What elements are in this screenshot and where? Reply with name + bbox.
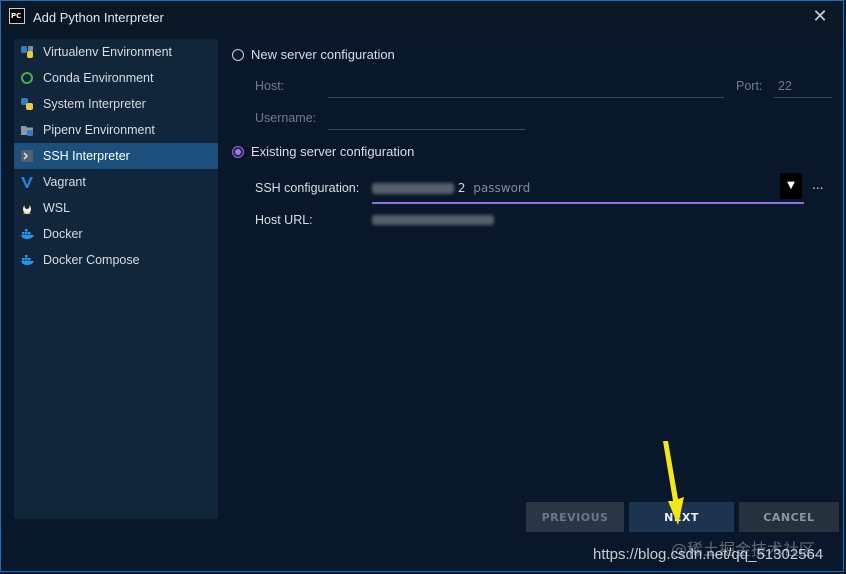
sidebar-item-docker[interactable]: Docker [14,221,218,247]
sidebar-item-label: Vagrant [43,175,86,189]
sidebar-item-label: SSH Interpreter [43,149,130,163]
interpreter-type-list: Virtualenv Environment Conda Environment… [14,39,218,519]
previous-button[interactable]: PREVIOUS [526,502,624,532]
sidebar-item-ssh-interpreter[interactable]: SSH Interpreter [14,143,218,169]
url-watermark: https://blog.csdn.net/qq_51302564 [593,546,824,563]
new-server-option[interactable]: New server configuration [232,47,395,62]
cancel-button[interactable]: CANCEL [739,502,839,532]
host-url-label: Host URL: [255,213,313,227]
close-button[interactable]: ✕ [809,6,831,28]
ssh-config-value: 2 password [372,181,530,195]
sidebar-item-label: System Interpreter [43,97,146,111]
ssh-config-auth: password [473,181,531,195]
existing-server-radio[interactable] [232,145,244,158]
ssh-config-digit: 2 [457,181,466,195]
pycharm-logo-icon: PC [9,8,25,24]
redacted-host-url [372,214,494,225]
more-button[interactable]: ... [812,178,823,192]
sidebar-item-label: Docker Compose [43,253,140,267]
new-server-label: New server configuration [251,47,395,62]
title-bar: PC Add Python Interpreter ✕ [1,1,843,34]
username-input[interactable] [328,129,526,130]
sidebar-item-label: Conda Environment [43,71,154,85]
host-label: Host: [255,79,285,93]
redacted-host [372,183,454,194]
host-input[interactable] [328,97,724,98]
ssh-icon [18,147,36,165]
dialog-window: PC Add Python Interpreter ✕ Virtualenv E… [0,0,844,572]
sidebar-item-label: Pipenv Environment [43,123,155,137]
sidebar-item-docker-compose[interactable]: Docker Compose [14,247,218,273]
existing-server-label: Existing server configuration [251,144,415,159]
ssh-config-label: SSH configuration: [255,181,360,195]
python-icon [18,95,36,113]
virtualenv-icon [18,43,36,61]
sidebar-item-label: Virtualenv Environment [43,45,173,59]
docker-icon [18,225,36,243]
existing-server-option[interactable]: Existing server configuration [232,144,414,159]
sidebar-item-system-interpreter[interactable]: System Interpreter [14,91,218,117]
sidebar-item-pipenv[interactable]: Pipenv Environment [14,117,218,143]
dialog-title: Add Python Interpreter [33,10,164,25]
sidebar-item-conda[interactable]: Conda Environment [14,65,218,91]
port-label: Port: [736,79,763,93]
sidebar-item-vagrant[interactable]: Vagrant [14,169,218,195]
sidebar-item-virtualenv[interactable]: Virtualenv Environment [14,39,218,65]
host-url-value [372,212,494,226]
ssh-config-panel: New server configuration Host: Port: 22 … [218,34,843,571]
ssh-config-select[interactable]: 2 password ▼ [372,172,804,204]
docker-compose-icon [18,251,36,269]
port-input[interactable] [774,97,832,98]
linux-icon [18,199,36,217]
annotation-arrow-icon [663,441,684,525]
sidebar-item-label: Docker [43,227,83,241]
chevron-down-icon[interactable]: ▼ [780,173,802,199]
sidebar-item-wsl[interactable]: WSL [14,195,218,221]
username-label: Username: [255,111,317,125]
port-value[interactable]: 22 [778,79,792,93]
new-server-radio[interactable] [232,48,244,61]
conda-icon [18,69,36,87]
pipenv-icon [18,121,36,139]
vagrant-icon [18,173,36,191]
sidebar-item-label: WSL [43,201,71,215]
